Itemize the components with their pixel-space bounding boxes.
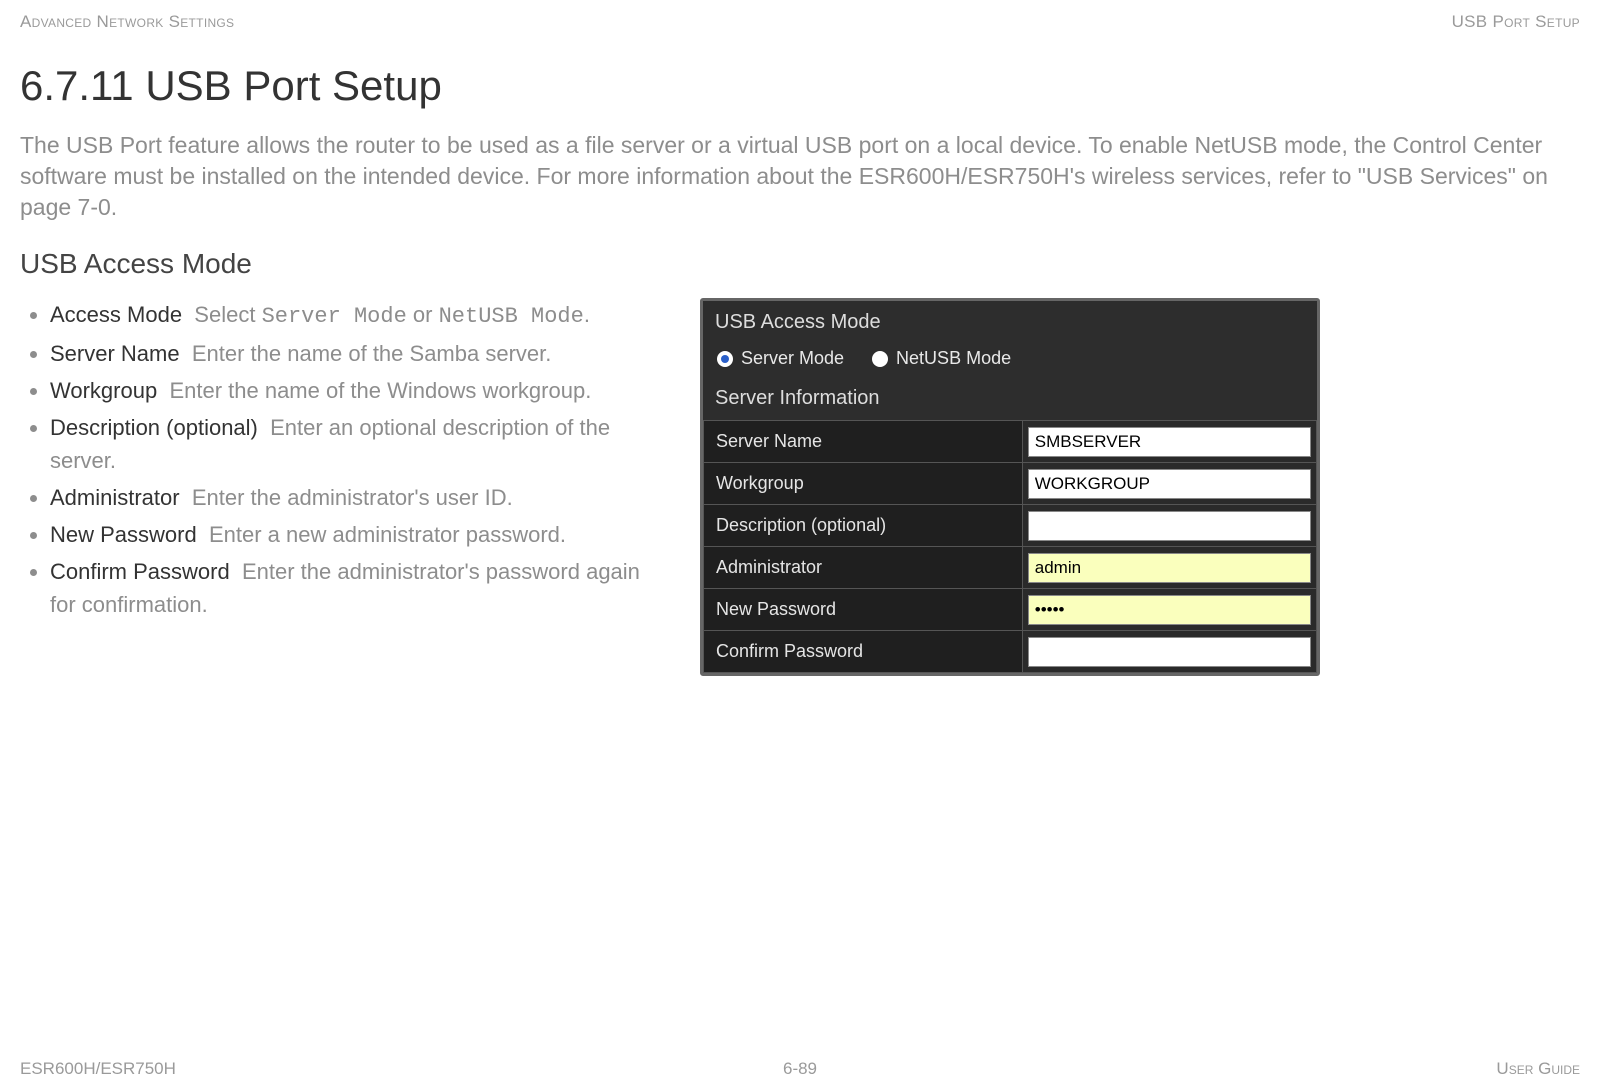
table-row: Administrator [704, 547, 1317, 589]
term-administrator: Administrator [50, 485, 180, 510]
input-cell [1022, 547, 1316, 589]
term-description: Description (optional) [50, 415, 258, 440]
radio-dot-icon [717, 351, 733, 367]
header-right: USB Port Setup [1452, 12, 1580, 32]
input-cell [1022, 631, 1316, 673]
workgroup-input[interactable] [1028, 469, 1311, 499]
input-cell [1022, 505, 1316, 547]
panel-heading: USB Access Mode [703, 301, 1317, 342]
radio-server-mode[interactable]: Server Mode [717, 348, 844, 369]
radio-row: Server Mode NetUSB Mode [703, 342, 1317, 385]
input-cell [1022, 463, 1316, 505]
term-new-password: New Password [50, 522, 197, 547]
input-cell [1022, 589, 1316, 631]
desc-text: . [584, 302, 590, 327]
bullet-list: Access Mode Select Server Mode or NetUSB… [20, 298, 660, 625]
list-item: Access Mode Select Server Mode or NetUSB… [50, 298, 660, 333]
desc-text: or [407, 302, 439, 327]
administrator-input[interactable] [1028, 553, 1311, 583]
list-item: Workgroup Enter the name of the Windows … [50, 374, 660, 407]
term-server-name: Server Name [50, 341, 180, 366]
term-workgroup: Workgroup [50, 378, 157, 403]
radio-netusb-mode[interactable]: NetUSB Mode [872, 348, 1011, 369]
label-description: Description (optional) [704, 505, 1023, 547]
term-access-mode: Access Mode [50, 302, 182, 327]
radio-label: NetUSB Mode [896, 348, 1011, 369]
table-row: Server Name [704, 421, 1317, 463]
footer-right: User Guide [1496, 1059, 1580, 1079]
desc-text: Enter a new administrator password. [209, 522, 566, 547]
label-new-password: New Password [704, 589, 1023, 631]
term-confirm-password: Confirm Password [50, 559, 230, 584]
section-title: USB Access Mode [20, 248, 1580, 280]
list-item: Server Name Enter the name of the Samba … [50, 337, 660, 370]
label-confirm-password: Confirm Password [704, 631, 1023, 673]
desc-text: Enter the administrator's user ID. [192, 485, 513, 510]
desc-text: Enter the name of the Samba server. [192, 341, 552, 366]
page-footer: ESR600H/ESR750H 6-89 User Guide [20, 1059, 1580, 1079]
server-info-table: Server Name Workgroup Description (optio… [703, 420, 1317, 673]
confirm-password-input[interactable] [1028, 637, 1311, 667]
desc-text: Enter the name of the Windows workgroup. [169, 378, 591, 403]
page-title: 6.7.11 USB Port Setup [20, 62, 1580, 110]
table-row: Description (optional) [704, 505, 1317, 547]
list-item: Description (optional) Enter an optional… [50, 411, 660, 477]
label-server-name: Server Name [704, 421, 1023, 463]
footer-center: 6-89 [783, 1059, 817, 1079]
desc-text: Select [194, 302, 261, 327]
intro-paragraph: The USB Port feature allows the router t… [20, 130, 1580, 223]
list-item: New Password Enter a new administrator p… [50, 518, 660, 551]
label-administrator: Administrator [704, 547, 1023, 589]
table-row: New Password [704, 589, 1317, 631]
table-row: Confirm Password [704, 631, 1317, 673]
radio-dot-icon [872, 351, 888, 367]
list-item: Confirm Password Enter the administrator… [50, 555, 660, 621]
description-input[interactable] [1028, 511, 1311, 541]
page-header: Advanced Network Settings USB Port Setup [20, 12, 1580, 32]
server-name-input[interactable] [1028, 427, 1311, 457]
content-row: Access Mode Select Server Mode or NetUSB… [20, 298, 1580, 676]
code-server-mode: Server Mode [262, 304, 407, 329]
header-left: Advanced Network Settings [20, 12, 234, 32]
input-cell [1022, 421, 1316, 463]
panel-subheading: Server Information [703, 385, 1317, 420]
usb-access-mode-panel: USB Access Mode Server Mode NetUSB Mode … [700, 298, 1320, 676]
new-password-input[interactable] [1028, 595, 1311, 625]
footer-left: ESR600H/ESR750H [20, 1059, 176, 1079]
radio-label: Server Mode [741, 348, 844, 369]
code-netusb-mode: NetUSB Mode [439, 304, 584, 329]
table-row: Workgroup [704, 463, 1317, 505]
list-item: Administrator Enter the administrator's … [50, 481, 660, 514]
label-workgroup: Workgroup [704, 463, 1023, 505]
